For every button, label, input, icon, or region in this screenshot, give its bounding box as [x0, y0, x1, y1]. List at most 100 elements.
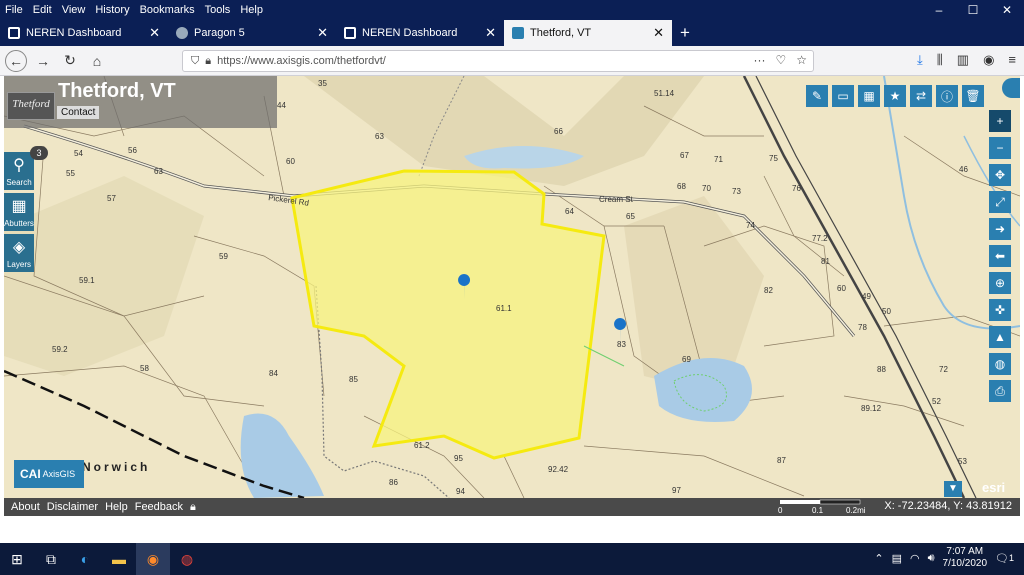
tab-label: Paragon 5	[194, 27, 245, 39]
edge-browser-icon[interactable]: ◐	[68, 543, 102, 575]
show-hidden-icons-icon[interactable]: ⌃	[874, 552, 883, 565]
close-tab-icon[interactable]: ✕	[485, 25, 496, 41]
library-icon[interactable]: ⫼	[937, 52, 943, 68]
page-actions-icon[interactable]: ···	[753, 53, 765, 67]
full-extent-icon[interactable]: ⤢	[989, 191, 1011, 213]
menu-help[interactable]: Help	[235, 4, 268, 16]
navigation-bar: ← → ↻ ⌂ ⛉ 🔒︎ https://www.axisgis.com/the…	[0, 46, 1024, 76]
downloads-icon[interactable]: ⤓	[917, 52, 923, 68]
sidebar-icon[interactable]: ▥	[957, 52, 969, 68]
parcel-label: 59.2	[52, 345, 68, 354]
volume-icon[interactable]: 🔊︎	[928, 552, 935, 565]
map-basemap[interactable]: 35 44 51.14 63 60 66 67 71 75 54 56 55 63 57 68 70 73 76 6…	[4, 76, 1020, 498]
parcel-label: 60	[286, 157, 295, 166]
close-tab-icon[interactable]: ✕	[317, 25, 328, 41]
parcel-label: 66	[554, 127, 563, 136]
parcel-label: 72	[939, 365, 948, 374]
measure-ruler-icon[interactable]: ▭	[832, 85, 854, 107]
account-icon[interactable]: ◉	[983, 52, 994, 68]
help-link[interactable]: Help	[105, 501, 128, 513]
tab-bar: NEREN Dashboard ✕ Paragon 5 ✕ NEREN Dash…	[0, 20, 1024, 46]
menu-file[interactable]: File	[0, 4, 28, 16]
globe-icon[interactable]: ◍	[989, 353, 1011, 375]
parcel-label: 65	[626, 212, 635, 221]
print-icon[interactable]: ⎙	[989, 380, 1011, 402]
zoom-box-icon[interactable]: ⊕	[989, 272, 1011, 294]
back-button[interactable]: ←	[5, 49, 27, 72]
bookmark-star-icon[interactable]: ☆	[796, 53, 807, 67]
clock-date: 7/10/2020	[942, 558, 988, 569]
panel-toggle-icon[interactable]	[1002, 78, 1020, 98]
forward-button[interactable]: →	[32, 50, 54, 72]
reload-button[interactable]: ↻	[59, 50, 81, 72]
parcel-label: 67	[680, 151, 689, 160]
menu-edit[interactable]: Edit	[28, 4, 57, 16]
lock-icon[interactable]: 🔒︎	[205, 55, 211, 68]
zoom-out-icon[interactable]: −	[989, 137, 1011, 159]
shield-icon[interactable]: ⛉	[191, 55, 199, 68]
disclaimer-link[interactable]: Disclaimer	[47, 501, 98, 513]
close-window-button[interactable]: ✕	[990, 0, 1024, 20]
tab-neren-dashboard-1[interactable]: NEREN Dashboard ✕	[0, 20, 168, 46]
new-tab-button[interactable]: +	[672, 20, 698, 46]
info-icon[interactable]: ⓘ	[936, 85, 958, 107]
favorites-star-icon[interactable]: ★	[884, 85, 906, 107]
home-button[interactable]: ⌂	[86, 50, 108, 72]
menu-bookmarks[interactable]: Bookmarks	[135, 4, 200, 16]
hamburger-menu-icon[interactable]: ≡	[1008, 52, 1016, 68]
task-view-icon[interactable]: ⧉	[34, 543, 68, 575]
menu-view[interactable]: View	[57, 4, 91, 16]
wifi-icon[interactable]: ◠	[910, 552, 920, 565]
previous-extent-icon[interactable]: ⬅	[989, 245, 1011, 267]
center-icon[interactable]: ✜	[989, 299, 1011, 321]
pocket-icon[interactable]: ♡	[775, 53, 786, 67]
road-label-cream: Cream St	[599, 195, 634, 204]
feedback-link[interactable]: Feedback	[135, 501, 183, 513]
address-bar[interactable]: ⛉ 🔒︎ https://www.axisgis.com/thetfordvt/…	[182, 50, 814, 72]
trash-icon[interactable]: 🗑︎	[962, 85, 984, 107]
paragon-favicon-icon	[176, 27, 188, 39]
next-extent-icon[interactable]: ➜	[989, 218, 1011, 240]
layers-button[interactable]: ◈ Layers	[4, 234, 34, 272]
share-icon[interactable]: ⇄	[910, 85, 932, 107]
coordinate-readout: X: -72.23484, Y: 43.81912	[884, 500, 1012, 512]
tab-label: NEREN Dashboard	[26, 27, 122, 39]
chevron-down-icon[interactable]: ▼	[944, 481, 962, 497]
system-clock[interactable]: 7:07 AM 7/10/2020	[943, 546, 988, 570]
menu-history[interactable]: History	[90, 4, 134, 16]
street-view-icon[interactable]: ▲	[989, 326, 1011, 348]
parcel-label: 76	[792, 184, 801, 193]
network-icon[interactable]: ▤	[892, 552, 902, 565]
parcel-label: 75	[769, 154, 778, 163]
tab-paragon[interactable]: Paragon 5 ✕	[168, 20, 336, 46]
menu-tools[interactable]: Tools	[200, 4, 236, 16]
url-text[interactable]: https://www.axisgis.com/thetfordvt/	[217, 55, 386, 67]
cai-axisgis-logo: CAI AxisGIS	[14, 460, 84, 488]
pan-icon[interactable]: ✥	[989, 164, 1011, 186]
parcel-label: 44	[277, 101, 286, 110]
firefox-icon[interactable]: ◉	[136, 543, 170, 575]
parcel-label: 77.2	[812, 234, 828, 243]
zoom-in-icon[interactable]: +	[989, 110, 1011, 132]
scale-bar: 0 0.1 0.2mi	[778, 499, 866, 515]
basemap-grid-icon[interactable]: ▦	[858, 85, 880, 107]
parcel-label: 64	[565, 207, 574, 216]
parcel-label: 71	[714, 155, 723, 164]
maximize-button[interactable]: ☐	[956, 0, 990, 20]
windows-start-icon[interactable]: ⊞	[0, 543, 34, 575]
tab-thetford[interactable]: Thetford, VT ✕	[504, 20, 672, 46]
notifications-icon[interactable]: 🗨︎	[995, 552, 1009, 565]
close-tab-icon[interactable]: ✕	[653, 25, 664, 41]
contact-link[interactable]: Contact	[57, 106, 100, 119]
parcel-label: 63	[154, 167, 163, 176]
map-canvas[interactable]: 35 44 51.14 63 60 66 67 71 75 54 56 55 63 57 68 70 73 76 6…	[4, 76, 1020, 498]
tab-neren-dashboard-2[interactable]: NEREN Dashboard ✕	[336, 20, 504, 46]
abutters-button[interactable]: ▦ Abutters	[4, 193, 34, 231]
close-tab-icon[interactable]: ✕	[149, 25, 160, 41]
minimize-button[interactable]: –	[922, 0, 956, 20]
about-link[interactable]: About	[11, 501, 40, 513]
draw-pencil-icon[interactable]: ✎	[806, 85, 828, 107]
chrome-icon[interactable]: ◍	[170, 543, 204, 575]
file-explorer-icon[interactable]: ▬	[102, 543, 136, 575]
search-button[interactable]: ⚲ Search	[4, 152, 34, 190]
